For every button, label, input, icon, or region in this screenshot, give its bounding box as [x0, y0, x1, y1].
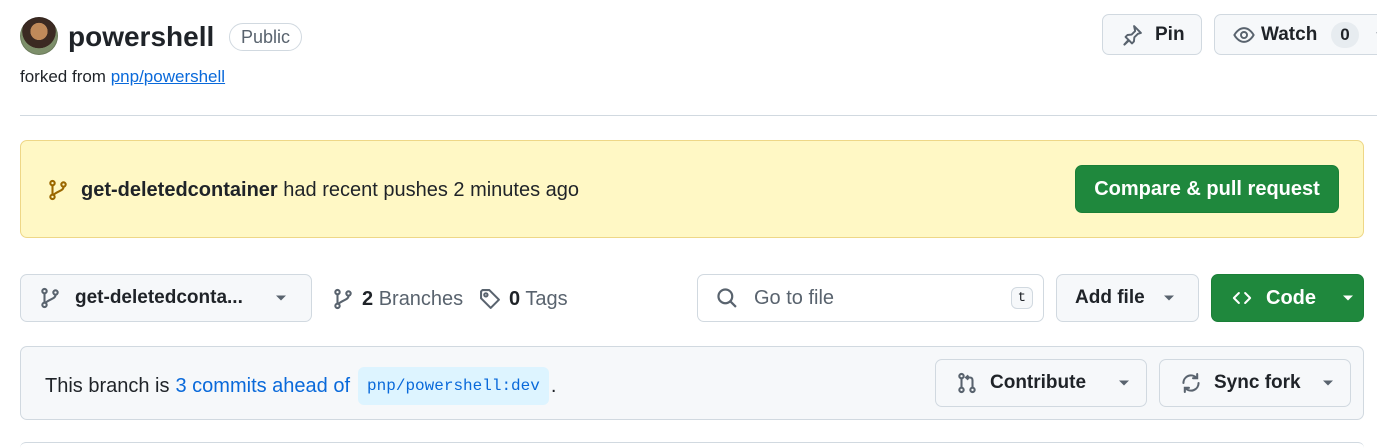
tags-link[interactable]: 0 Tags — [479, 286, 568, 312]
tags-label: Tags — [525, 288, 568, 310]
sync-icon — [1180, 372, 1202, 394]
git-branch-icon — [39, 287, 61, 309]
owner-avatar[interactable] — [20, 17, 58, 55]
code-icon — [1230, 288, 1254, 308]
search-input[interactable] — [752, 285, 996, 311]
header-divider — [20, 115, 1377, 116]
pin-icon — [1121, 24, 1143, 46]
git-branch-icon — [332, 288, 354, 310]
contribute-button[interactable]: Contribute — [935, 359, 1147, 407]
recent-push-message: get-deletedcontainer had recent pushes 2… — [81, 177, 579, 203]
branch-status-text: This branch is 3 commits ahead of pnp/po… — [45, 367, 556, 405]
search-icon — [716, 287, 738, 309]
git-branch-icon — [47, 178, 69, 202]
tag-icon — [479, 288, 501, 310]
pin-label: Pin — [1155, 23, 1185, 45]
code-button[interactable]: Code — [1211, 274, 1364, 322]
current-branch-label: get-deletedconta... — [75, 287, 243, 308]
chevron-down-icon — [1163, 294, 1175, 302]
repo-name[interactable]: powershell — [68, 20, 214, 54]
status-suffix: . — [550, 375, 557, 397]
forked-from-link[interactable]: pnp/powershell — [111, 67, 225, 86]
add-file-label: Add file — [1075, 287, 1145, 308]
forked-from: forked from pnp/powershell — [20, 66, 225, 88]
visibility-badge: Public — [229, 23, 303, 51]
code-label: Code — [1266, 286, 1316, 309]
watch-label: Watch — [1261, 23, 1318, 45]
sync-fork-button[interactable]: Sync fork — [1159, 359, 1351, 407]
branches-count: 2 — [362, 288, 374, 310]
watch-button[interactable]: Watch 0 — [1214, 14, 1377, 55]
forked-prefix: forked from — [20, 67, 106, 86]
chevron-down-icon — [1322, 379, 1334, 387]
file-list-top-border — [20, 442, 1364, 448]
go-to-file-search[interactable]: t — [697, 274, 1044, 322]
upstream-branch-ref[interactable]: pnp/powershell:dev — [358, 367, 549, 405]
tags-count: 0 — [509, 288, 521, 310]
add-file-button[interactable]: Add file — [1056, 274, 1199, 322]
shortcut-key: t — [1010, 287, 1033, 309]
branch-selector[interactable]: get-deletedconta... — [20, 274, 312, 322]
contribute-label: Contribute — [990, 372, 1087, 393]
eye-icon — [1233, 24, 1255, 46]
chevron-down-icon — [1342, 294, 1354, 302]
commits-ahead-link[interactable]: 3 commits ahead of — [176, 371, 351, 401]
branches-label: Branches — [378, 288, 464, 310]
status-prefix: This branch is — [45, 375, 170, 397]
pin-button[interactable]: Pin — [1102, 14, 1202, 55]
compare-pull-request-button[interactable]: Compare & pull request — [1075, 165, 1339, 213]
chevron-down-icon — [275, 294, 287, 302]
watch-count: 0 — [1331, 21, 1359, 48]
pull-request-icon — [956, 372, 978, 394]
sync-fork-label: Sync fork — [1214, 372, 1301, 393]
push-time-text: had recent pushes 2 minutes ago — [283, 179, 580, 201]
branches-link[interactable]: 2 Branches — [332, 286, 463, 312]
chevron-down-icon — [1118, 379, 1130, 387]
pushed-branch-name[interactable]: get-deletedcontainer — [81, 179, 278, 201]
